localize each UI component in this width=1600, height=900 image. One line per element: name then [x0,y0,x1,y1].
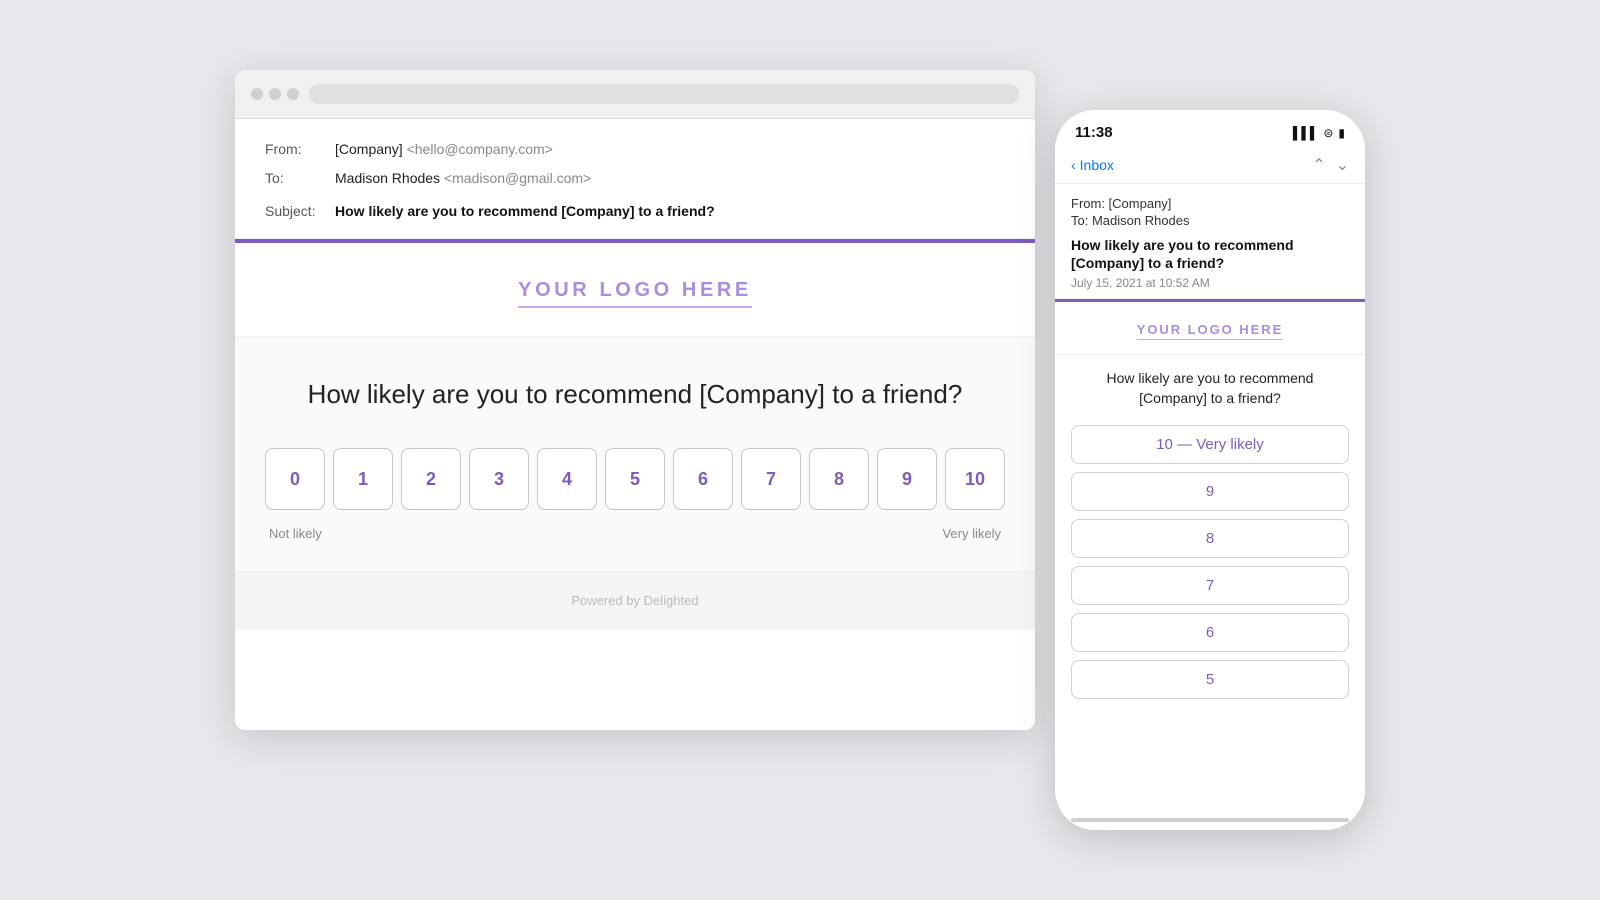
to-name: Madison Rhodes [335,170,440,186]
phone-time: 11:38 [1075,124,1113,141]
label-low: Not likely [269,526,322,541]
phone-date: July 15, 2021 at 10:52 AM [1071,276,1349,290]
to-field: To: Madison Rhodes <madison@gmail.com> [265,168,1005,189]
phone-from: From: [Company] [1071,196,1349,211]
wifi-icon: ⊜ [1323,126,1333,140]
nps-btn-4[interactable]: 4 [537,448,597,510]
logo-placeholder: YOUR LOGO HERE [518,279,752,308]
phone-status-icons: ▌▌▌ ⊜ ▮ [1293,126,1345,140]
logo-area: YOUR LOGO HERE [235,243,1035,337]
browser-address-bar[interactable] [309,84,1019,104]
subject-value: How likely are you to recommend [Company… [335,201,715,222]
phone-nps-item-4[interactable]: 6 [1071,613,1349,652]
nav-down-icon[interactable]: ⌄ [1336,155,1349,175]
dot-red [251,88,263,100]
phone-nps-item-3[interactable]: 7 [1071,566,1349,605]
phone-nps-item-5[interactable]: 5 [1071,660,1349,699]
from-field: From: [Company] <hello@company.com> [265,139,1005,160]
phone-to: To: Madison Rhodes [1071,213,1349,228]
nps-btn-3[interactable]: 3 [469,448,529,510]
subject-label: Subject: [265,201,335,222]
browser-dots [251,88,299,100]
nps-btn-8[interactable]: 8 [809,448,869,510]
powered-by: Powered by Delighted [571,593,698,608]
back-chevron-icon: ‹ [1071,157,1076,173]
nps-labels: Not likely Very likely [265,526,1005,541]
survey-section: How likely are you to recommend [Company… [235,337,1035,571]
nps-btn-6[interactable]: 6 [673,448,733,510]
phone-nps-list: 10 — Very likely 9 8 7 6 5 [1071,425,1349,699]
phone-logo-placeholder: YOUR LOGO HERE [1137,322,1283,340]
survey-question: How likely are you to recommend [Company… [265,377,1005,412]
email-body: YOUR LOGO HERE How likely are you to rec… [235,243,1035,630]
phone-nav: ‹ Inbox ⌃ ⌄ [1055,147,1365,184]
from-label: From: [265,139,335,160]
nps-btn-0[interactable]: 0 [265,448,325,510]
from-email: <hello@company.com> [407,141,553,157]
nps-btn-9[interactable]: 9 [877,448,937,510]
battery-icon: ▮ [1338,126,1345,140]
dot-yellow [269,88,281,100]
phone-survey-area: How likely are you to recommend [Company… [1055,355,1365,698]
phone-email-body: YOUR LOGO HERE How likely are you to rec… [1055,302,1365,830]
scroll-indicator [1071,818,1349,822]
phone-question: How likely are you to recommend [Company… [1071,369,1349,408]
nps-btn-7[interactable]: 7 [741,448,801,510]
phone-nps-item-0[interactable]: 10 — Very likely [1071,425,1349,464]
back-label: Inbox [1080,157,1114,173]
browser-chrome [235,70,1035,119]
phone-nav-arrows: ⌃ ⌄ [1312,155,1349,175]
nps-btn-5[interactable]: 5 [605,448,665,510]
nps-scale: 012345678910 [265,448,1005,510]
email-header: From: [Company] <hello@company.com> To: … [235,119,1035,239]
from-name: [Company] [335,141,403,157]
phone-nps-item-1[interactable]: 9 [1071,472,1349,511]
scene: From: [Company] <hello@company.com> To: … [235,70,1365,830]
subject-field: Subject: How likely are you to recommend… [265,201,1005,222]
label-high: Very likely [942,526,1001,541]
to-email: <madison@gmail.com> [444,170,591,186]
nps-btn-2[interactable]: 2 [401,448,461,510]
email-footer: Powered by Delighted [235,571,1035,630]
phone-logo-area: YOUR LOGO HERE [1055,302,1365,355]
to-label: To: [265,168,335,189]
phone-subject: How likely are you to recommend [Company… [1071,236,1349,272]
phone-email-meta: From: [Company] To: Madison Rhodes How l… [1055,184,1365,299]
nav-up-icon[interactable]: ⌃ [1312,155,1325,175]
nps-btn-10[interactable]: 10 [945,448,1005,510]
signal-icon: ▌▌▌ [1293,126,1319,140]
from-value: [Company] <hello@company.com> [335,139,553,160]
back-button[interactable]: ‹ Inbox [1071,157,1114,173]
mobile-phone: 11:38 ▌▌▌ ⊜ ▮ ‹ Inbox ⌃ ⌄ From: [Company… [1055,110,1365,830]
nps-btn-1[interactable]: 1 [333,448,393,510]
phone-nps-item-2[interactable]: 8 [1071,519,1349,558]
to-value: Madison Rhodes <madison@gmail.com> [335,168,591,189]
phone-status-bar: 11:38 ▌▌▌ ⊜ ▮ [1055,110,1365,147]
dot-green [287,88,299,100]
browser-window: From: [Company] <hello@company.com> To: … [235,70,1035,730]
